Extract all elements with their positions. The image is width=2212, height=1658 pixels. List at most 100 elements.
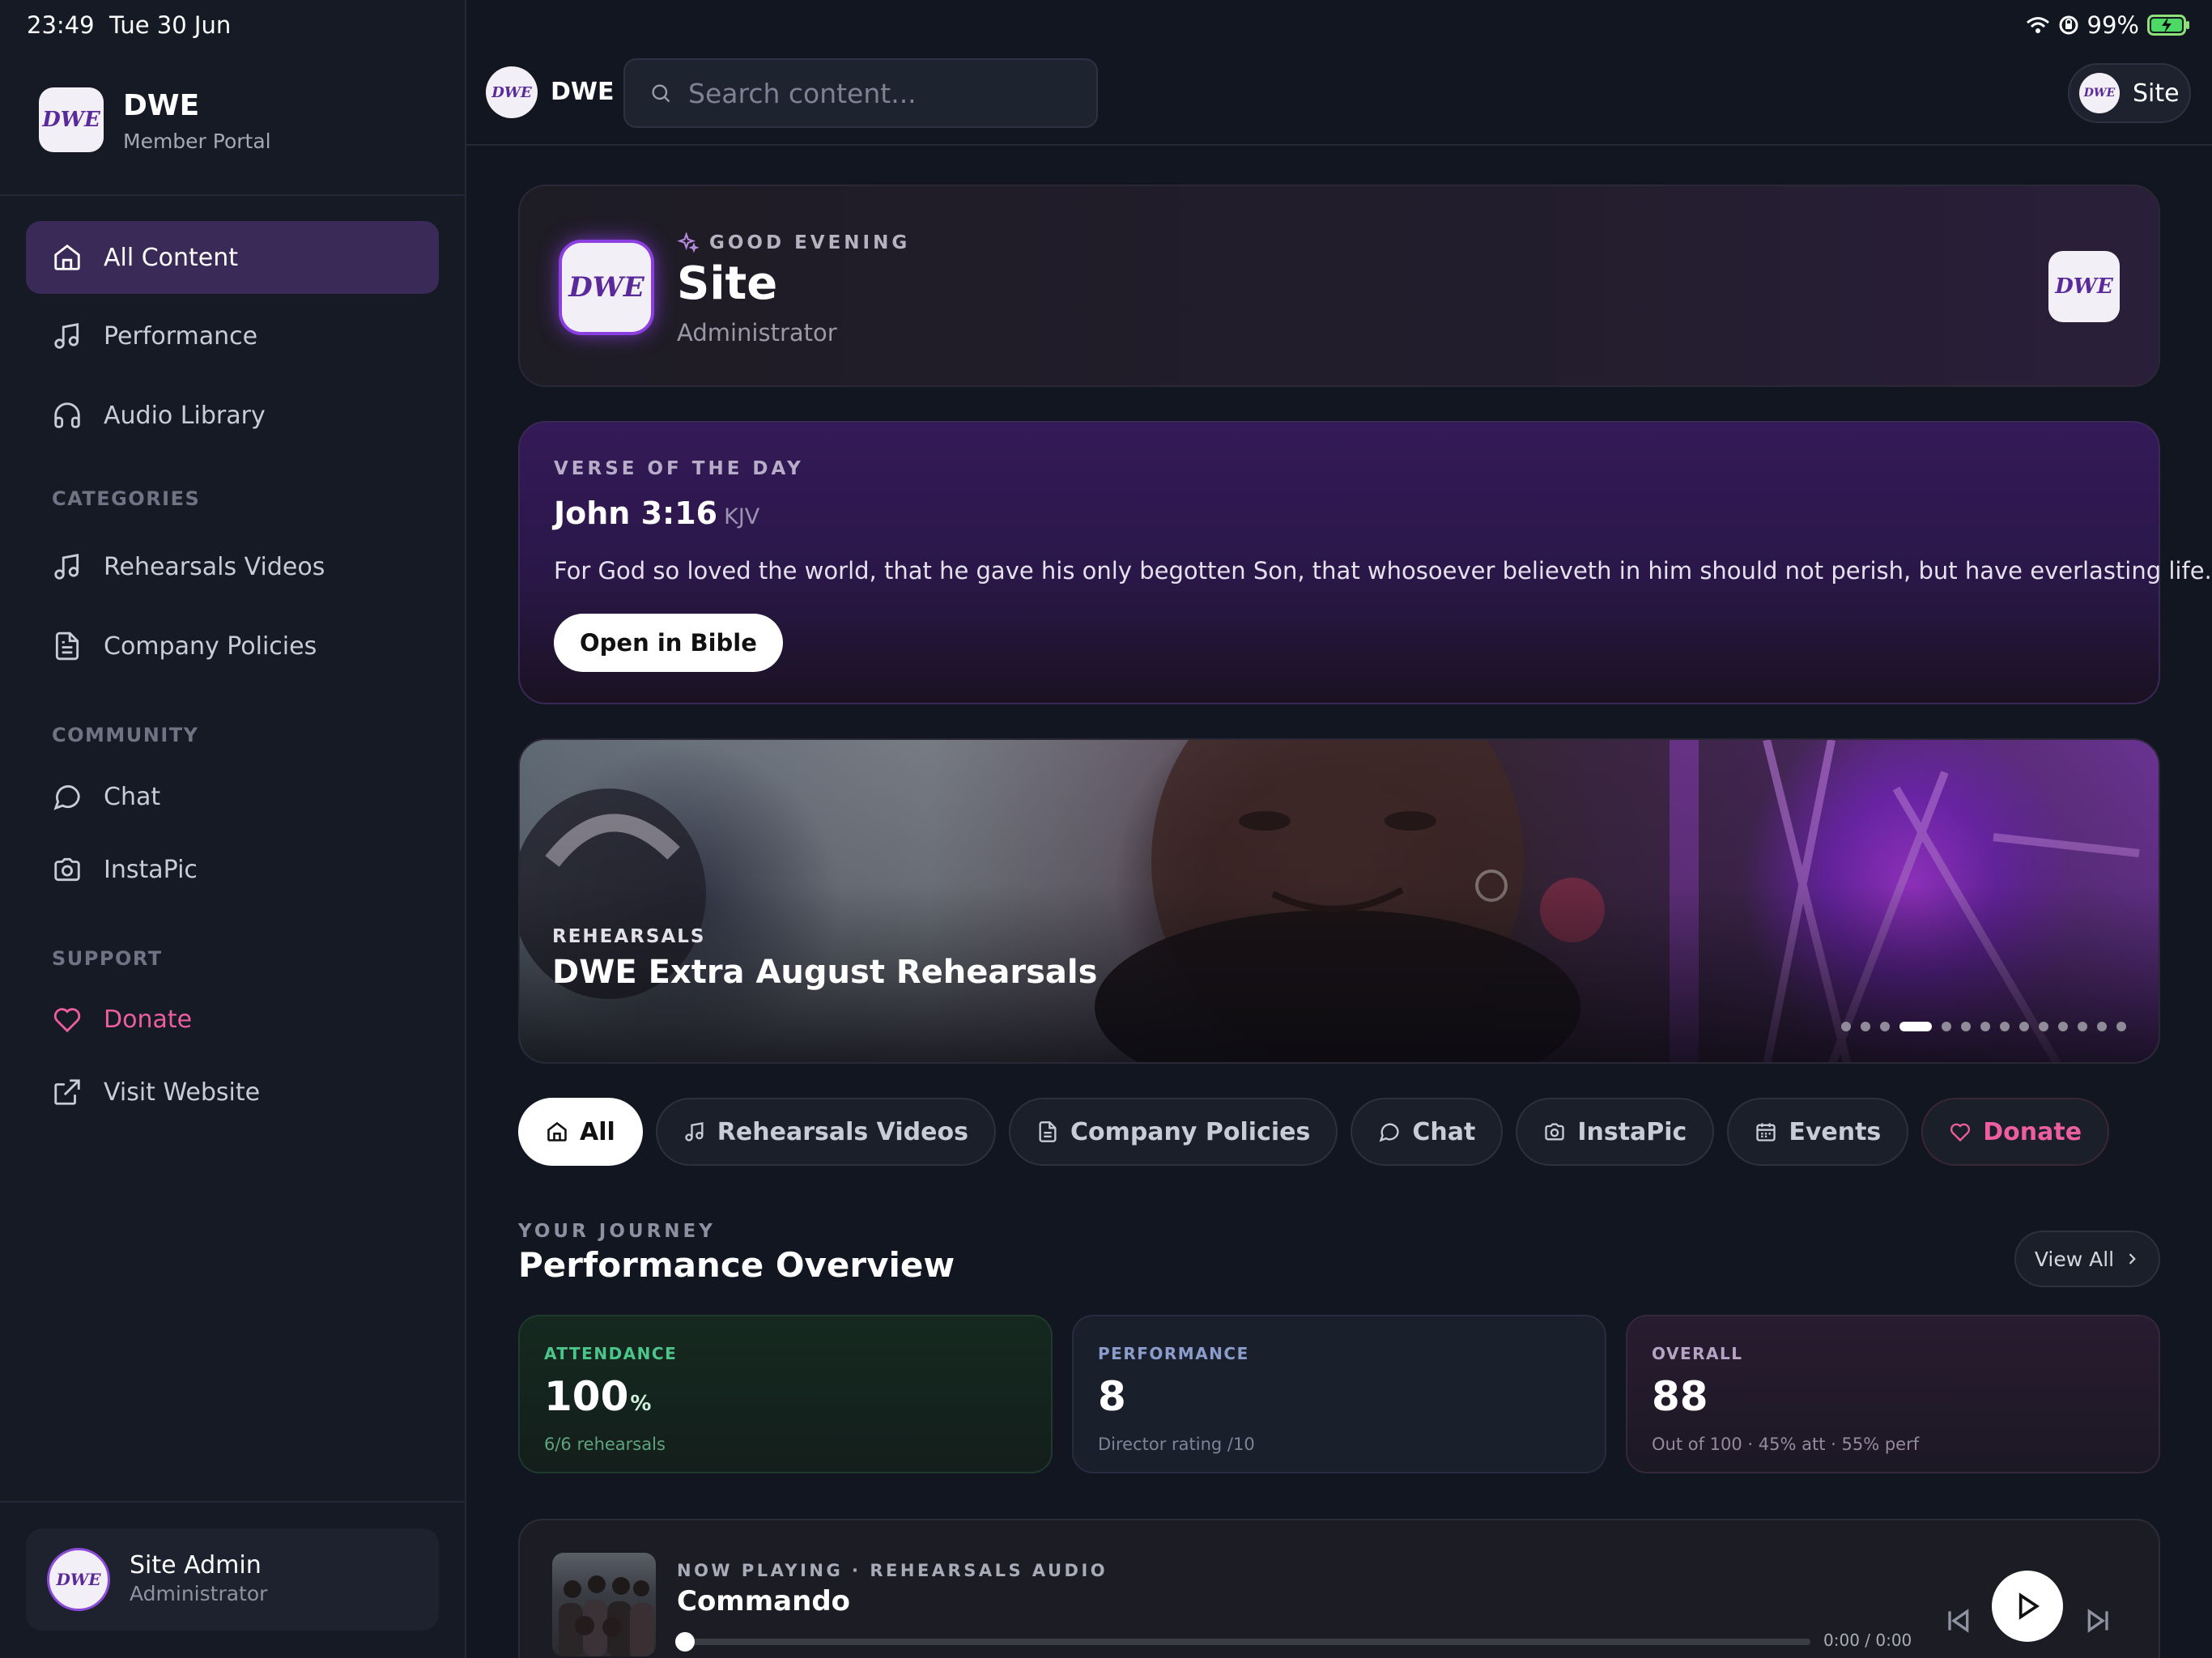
orientation-lock-icon [2059, 15, 2078, 35]
section-label-support: SUPPORT [52, 947, 163, 970]
chat-bubble-icon [53, 784, 80, 810]
headphones-icon [54, 402, 80, 428]
greeting-card: DWE GOOD EVENING Site Administrator DWE [518, 185, 2160, 387]
topbar-logo[interactable]: DWE [486, 66, 538, 118]
verse-reference: John 3:16 KJV [554, 495, 759, 531]
filter-chip-all[interactable]: All [518, 1098, 643, 1166]
status-bar: 23:49 Tue 30 Jun 99% [0, 0, 2212, 52]
open-in-bible-button[interactable]: Open in Bible [554, 614, 783, 672]
performance-stat-card[interactable]: PERFORMANCE 8 Director rating /10 [1072, 1315, 1606, 1473]
now-playing-title: Commando [677, 1585, 851, 1618]
carousel-dot-active[interactable] [1899, 1022, 1932, 1031]
brand-subtitle: Member Portal [123, 130, 271, 153]
carousel-dot[interactable] [1942, 1022, 1951, 1031]
section-label-community: COMMUNITY [52, 724, 199, 746]
filter-chip-instapic[interactable]: InstaPic [1516, 1098, 1715, 1166]
logo-text: DWE [491, 83, 532, 101]
logo-text: DWE [2083, 87, 2116, 100]
sidebar-item-rehearsals-videos[interactable]: Rehearsals Videos [26, 530, 439, 603]
home-icon [54, 244, 80, 270]
filter-chip-chat[interactable]: Chat [1351, 1098, 1504, 1166]
greeting-kicker-text: GOOD EVENING [709, 232, 911, 253]
greeting-logo: DWE [562, 243, 651, 332]
stat-subtext: Out of 100 · 45% att · 55% perf [1652, 1435, 1920, 1454]
view-all-button[interactable]: View All [2014, 1231, 2160, 1287]
user-role: Administrator [130, 1582, 268, 1605]
music-note-icon [685, 1122, 704, 1141]
home-icon [547, 1121, 567, 1141]
carousel-dot[interactable] [1880, 1022, 1890, 1031]
carousel-dot[interactable] [2116, 1022, 2126, 1031]
carousel-dot[interactable] [2078, 1022, 2087, 1031]
camera-icon [54, 857, 80, 882]
battery-percent: 99% [2087, 11, 2139, 39]
user-card[interactable]: DWE Site Admin Administrator [26, 1528, 439, 1630]
sidebar-item-label: Company Policies [104, 631, 317, 661]
filter-chip-donate[interactable]: Donate [1921, 1098, 2110, 1166]
carousel-dot[interactable] [1980, 1022, 1990, 1031]
sidebar-item-instapic[interactable]: InstaPic [26, 833, 439, 906]
filter-chip-label: InstaPic [1577, 1117, 1687, 1146]
greeting-kicker: GOOD EVENING [677, 232, 910, 254]
filter-chip-rehearsals-videos[interactable]: Rehearsals Videos [655, 1098, 996, 1166]
skip-previous-icon[interactable] [1942, 1605, 1974, 1637]
sidebar-item-visit-website[interactable]: Visit Website [26, 1056, 439, 1129]
sidebar-item-label: Audio Library [104, 401, 266, 430]
carousel-dot[interactable] [2058, 1022, 2068, 1031]
carousel-dot[interactable] [2000, 1022, 2010, 1031]
progress-knob[interactable] [675, 1632, 695, 1652]
sidebar-item-donate[interactable]: Donate [26, 983, 439, 1056]
sidebar-item-chat[interactable]: Chat [26, 760, 439, 833]
document-icon [1039, 1121, 1057, 1142]
play-button[interactable] [1992, 1571, 2063, 1642]
music-note-icon [54, 323, 79, 349]
carousel-dot[interactable] [1841, 1022, 1851, 1031]
external-link-icon [54, 1079, 80, 1105]
hero-banner[interactable]: REHEARSALS DWE Extra August Rehearsals [518, 738, 2160, 1064]
filter-chip-label: Events [1789, 1117, 1882, 1146]
progress-track[interactable] [680, 1639, 1810, 1645]
filter-chip-events[interactable]: Events [1727, 1098, 1909, 1166]
carousel-dot[interactable] [2039, 1022, 2048, 1031]
brand-name: DWE [123, 89, 200, 122]
carousel-dots [1841, 1022, 2126, 1031]
battery-charging-icon [2147, 15, 2189, 36]
sidebar-item-all-content[interactable]: All Content [26, 221, 439, 294]
greeting-role: Administrator [677, 319, 837, 346]
document-icon [55, 631, 79, 661]
sidebar-item-label: Donate [104, 1005, 193, 1034]
account-label: Site [2133, 79, 2180, 108]
brand-logo[interactable]: DWE [39, 87, 104, 152]
stat-value: 8 [1098, 1373, 1126, 1420]
carousel-dot[interactable] [2019, 1022, 2029, 1031]
stat-subtext: Director rating /10 [1098, 1435, 1255, 1454]
sidebar-item-performance[interactable]: Performance [26, 300, 439, 372]
carousel-dot[interactable] [1961, 1022, 1971, 1031]
search-box[interactable] [623, 58, 1098, 128]
playback-time: 0:00 / 0:00 [1823, 1630, 1912, 1650]
chevron-right-icon [2129, 1253, 2136, 1265]
search-input[interactable] [688, 77, 1077, 109]
carousel-dot[interactable] [1861, 1022, 1870, 1031]
greeting-name: Site [677, 257, 778, 310]
account-button[interactable]: DWE Site [2068, 63, 2191, 123]
logo-text: DWE [2055, 274, 2113, 299]
verse-reference-text: John 3:16 [554, 495, 718, 531]
stat-label: ATTENDANCE [544, 1344, 678, 1363]
album-art [552, 1553, 656, 1656]
attendance-stat-card[interactable]: ATTENDANCE 100% 6/6 rehearsals [518, 1315, 1053, 1473]
filter-chip-label: All [580, 1117, 615, 1146]
user-name: Site Admin [130, 1551, 262, 1579]
carousel-dot[interactable] [2097, 1022, 2107, 1031]
sidebar-divider [0, 194, 466, 196]
avatar: DWE [47, 1548, 110, 1611]
sidebar-item-audio-library[interactable]: Audio Library [26, 379, 439, 452]
skip-next-icon[interactable] [2082, 1605, 2115, 1637]
heart-icon [1950, 1123, 1971, 1142]
top-bar: DWE DWE DWE Site [466, 52, 2212, 146]
overall-stat-card[interactable]: OVERALL 88 Out of 100 · 45% att · 55% pe… [1626, 1315, 2160, 1473]
sidebar-item-company-policies[interactable]: Company Policies [26, 610, 439, 682]
sidebar-item-label: InstaPic [104, 855, 198, 884]
filter-chip-company-policies[interactable]: Company Policies [1008, 1098, 1338, 1166]
avatar: DWE [2079, 73, 2120, 113]
